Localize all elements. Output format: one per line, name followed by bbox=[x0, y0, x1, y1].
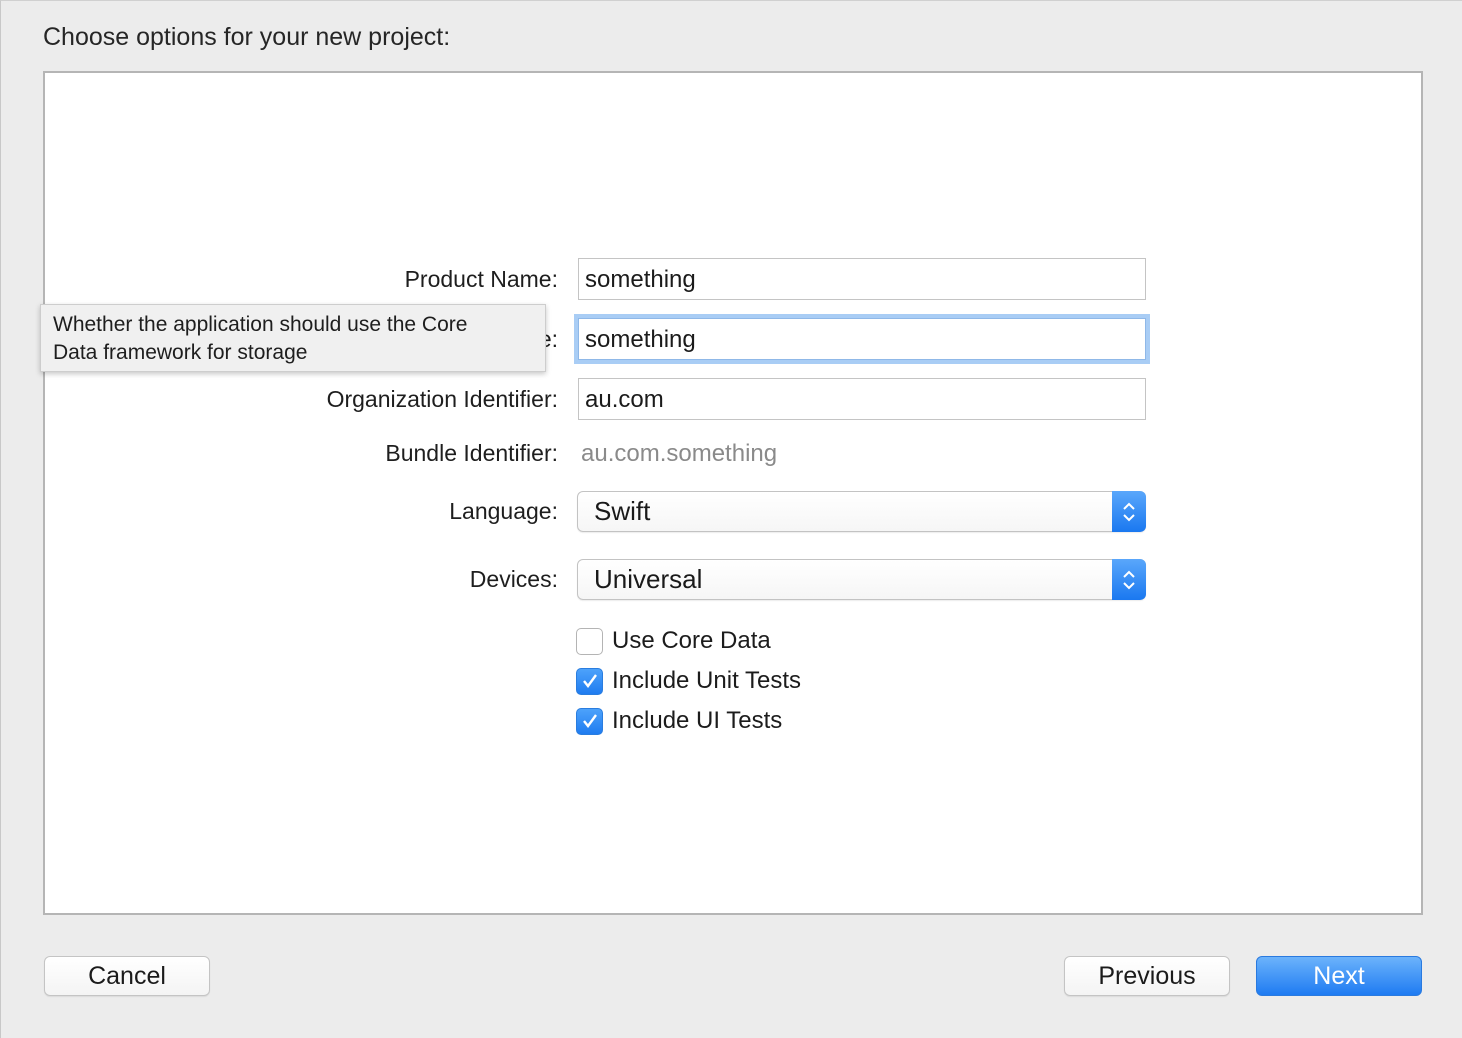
bundle-identifier-value: au.com.something bbox=[581, 440, 778, 467]
include-ui-tests-option[interactable]: Include UI Tests bbox=[576, 707, 782, 735]
devices-label: Devices: bbox=[469, 566, 558, 592]
next-button[interactable]: Next bbox=[1256, 956, 1422, 996]
cancel-button[interactable]: Cancel bbox=[44, 956, 210, 996]
devices-popup-value: Universal bbox=[594, 564, 703, 594]
devices-stepper-icon[interactable] bbox=[1112, 559, 1146, 600]
include-unit-tests-checkbox[interactable] bbox=[576, 667, 603, 695]
include-ui-tests-label: Include UI Tests bbox=[612, 707, 783, 734]
previous-button[interactable]: Previous bbox=[1064, 956, 1230, 996]
core-data-tooltip: Whether the application should use the C… bbox=[40, 304, 546, 372]
bundle-identifier-label: Bundle Identifier: bbox=[385, 440, 558, 466]
use-core-data-option[interactable]: Use Core Data bbox=[576, 627, 771, 655]
include-ui-tests-checkbox[interactable] bbox=[576, 707, 603, 735]
product-name-label: Product Name: bbox=[404, 266, 558, 292]
sheet-title: Choose options for your new project: bbox=[43, 23, 451, 51]
new-project-options-sheet: Choose options for your new project: Pro… bbox=[0, 0, 1462, 1038]
checkmark-icon bbox=[582, 714, 597, 728]
devices-popup[interactable]: Universal bbox=[577, 559, 1146, 600]
up-down-chevron-icon bbox=[1123, 570, 1135, 589]
organization-name-field[interactable]: something bbox=[578, 318, 1146, 360]
organization-identifier-label: Organization Identifier: bbox=[326, 386, 558, 412]
up-down-chevron-icon bbox=[1123, 502, 1135, 521]
include-unit-tests-label: Include Unit Tests bbox=[612, 667, 801, 694]
language-stepper-icon[interactable] bbox=[1112, 491, 1146, 532]
organization-identifier-field[interactable]: au.com bbox=[578, 378, 1146, 420]
tooltip-line-1: Whether the application should use the C… bbox=[53, 313, 468, 336]
use-core-data-checkbox[interactable] bbox=[576, 627, 603, 655]
language-label: Language: bbox=[449, 498, 558, 524]
language-popup-value: Swift bbox=[594, 496, 651, 526]
include-unit-tests-option[interactable]: Include Unit Tests bbox=[576, 667, 801, 695]
checkmark-icon bbox=[582, 674, 597, 688]
language-popup[interactable]: Swift bbox=[577, 491, 1146, 532]
use-core-data-label: Use Core Data bbox=[612, 627, 771, 654]
tooltip-line-2: Data framework for storage bbox=[53, 341, 308, 364]
product-name-field[interactable]: something bbox=[578, 258, 1146, 300]
